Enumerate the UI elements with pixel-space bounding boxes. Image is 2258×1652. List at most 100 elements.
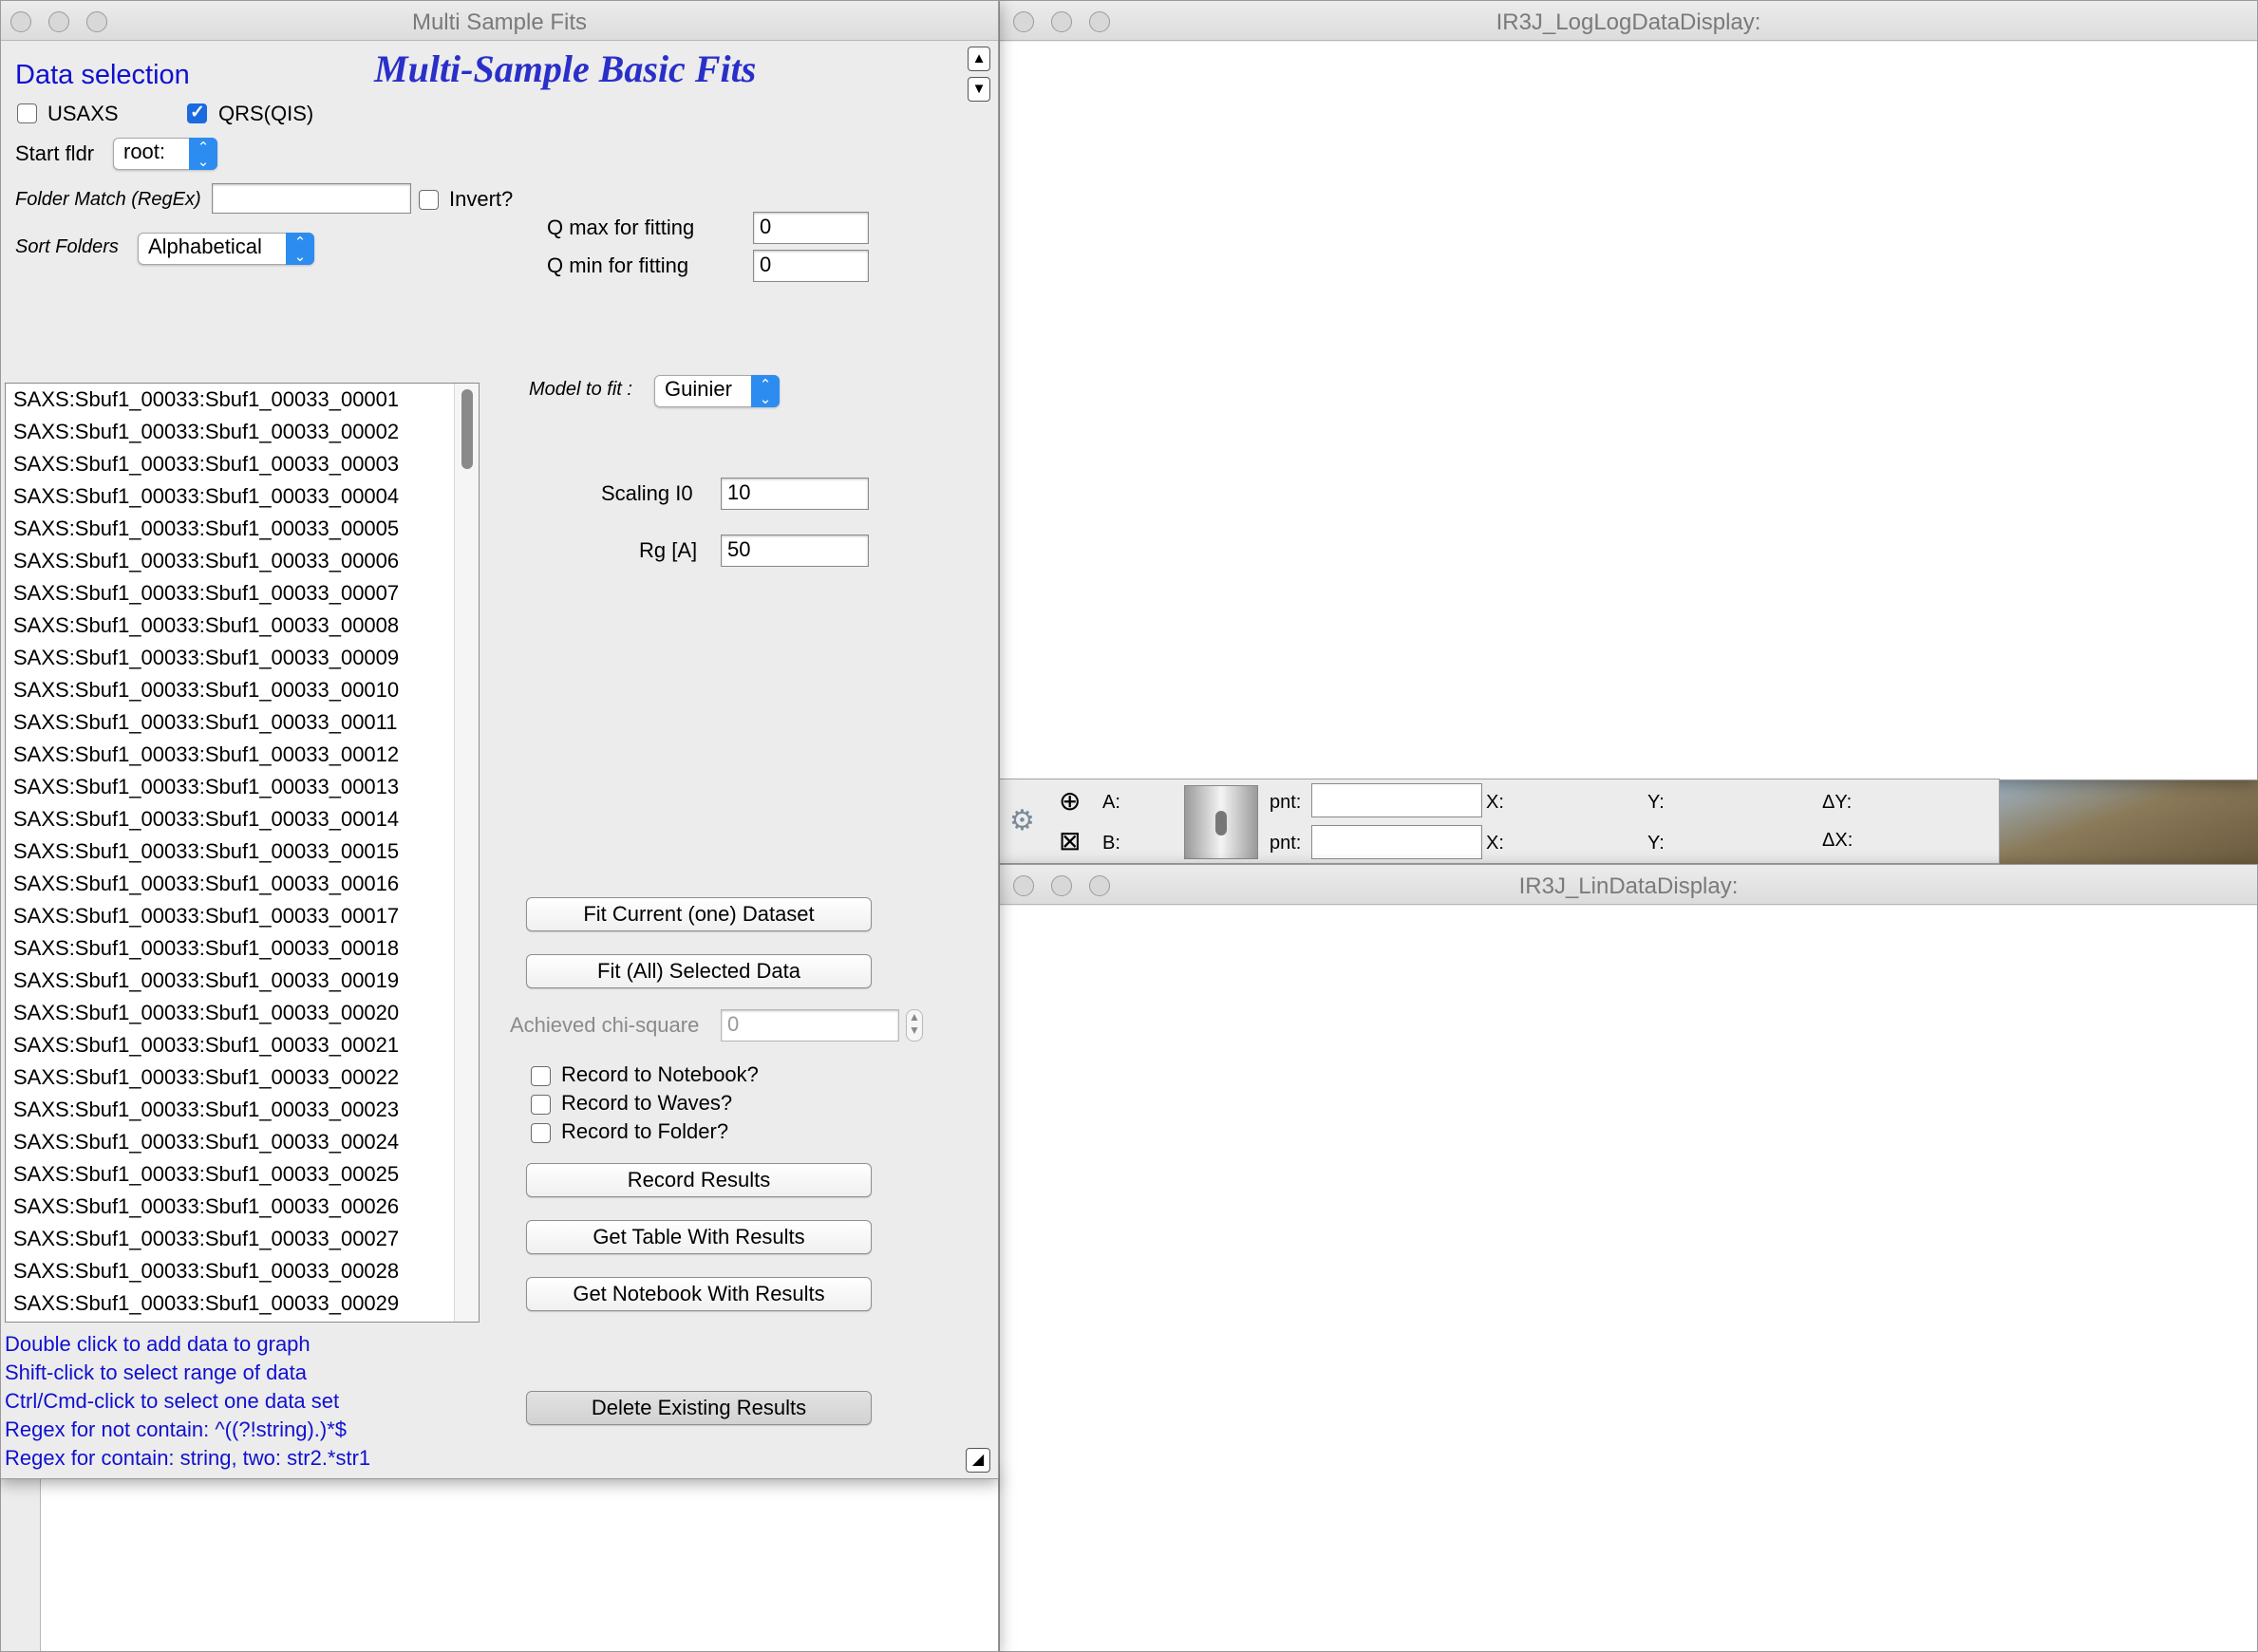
qmin-input[interactable]: 0 <box>753 250 869 282</box>
usaxs-checkbox[interactable] <box>17 103 37 123</box>
sort-folders-label: Sort Folders <box>15 236 119 257</box>
qmax-label: Q max for fitting <box>547 216 695 239</box>
folder-match-label: Folder Match (RegEx) <box>15 189 201 210</box>
list-item[interactable]: SAXS:Sbuf1_00033:Sbuf1_00033_00005 <box>6 513 448 545</box>
list-item[interactable]: SAXS:Sbuf1_00033:Sbuf1_00033_00029 <box>6 1287 448 1320</box>
fit-all-button[interactable]: Fit (All) Selected Data <box>526 954 872 988</box>
panel-window: Multi Sample Fits Multi-Sample Basic Fit… <box>0 0 999 1479</box>
list-item[interactable]: SAXS:Sbuf1_00033:Sbuf1_00033_00021 <box>6 1029 448 1061</box>
data-selection-label: Data selection <box>15 60 190 90</box>
loglog-titlebar[interactable]: IR3J_LogLogDataDisplay: <box>1000 1 2257 41</box>
list-item[interactable]: SAXS:Sbuf1_00033:Sbuf1_00033_00012 <box>6 739 448 771</box>
usaxs-label: USAXS <box>47 102 119 125</box>
y-a-label: Y: <box>1647 792 1665 813</box>
cursor-a-label: A: <box>1102 792 1120 813</box>
invert-checkbox[interactable] <box>419 190 439 210</box>
start-folder-label: Start fldr <box>15 141 95 165</box>
window-title: IR3J_LinDataDisplay: <box>1518 873 1739 899</box>
lin-titlebar[interactable]: IR3J_LinDataDisplay: <box>1000 865 2257 905</box>
pnt-b-field[interactable] <box>1311 825 1482 859</box>
list-item[interactable]: SAXS:Sbuf1_00033:Sbuf1_00033_00020 <box>6 997 448 1029</box>
pnt-a-field[interactable] <box>1311 783 1482 817</box>
record-waves-checkbox[interactable] <box>531 1095 551 1115</box>
loglog-window: IR3J_LogLogDataDisplay: <box>999 0 2258 780</box>
y-b-label: Y: <box>1647 833 1665 854</box>
list-item[interactable]: SAXS:Sbuf1_00033:Sbuf1_00033_00024 <box>6 1126 448 1158</box>
list-item[interactable]: SAXS:Sbuf1_00033:Sbuf1_00033_00001 <box>6 384 448 416</box>
chi-square-field: 0 <box>721 1009 899 1042</box>
list-item[interactable]: SAXS:Sbuf1_00033:Sbuf1_00033_00008 <box>6 610 448 642</box>
list-item[interactable]: SAXS:Sbuf1_00033:Sbuf1_00033_00023 <box>6 1094 448 1126</box>
record-notebook-checkbox[interactable] <box>531 1066 551 1086</box>
scroll-down-button[interactable]: ▼ <box>968 77 990 102</box>
x-b-label: X: <box>1486 833 1504 854</box>
list-item[interactable]: SAXS:Sbuf1_00033:Sbuf1_00033_00007 <box>6 577 448 610</box>
start-folder-value: root: <box>123 140 166 163</box>
list-item[interactable]: SAXS:Sbuf1_00033:Sbuf1_00033_00009 <box>6 642 448 674</box>
loglog-plot-area[interactable] <box>1000 42 2257 779</box>
get-notebook-button[interactable]: Get Notebook With Results <box>526 1277 872 1311</box>
model-value: Guinier <box>665 377 732 401</box>
list-scroll-thumb[interactable] <box>461 389 473 469</box>
list-item[interactable]: SAXS:Sbuf1_00033:Sbuf1_00033_00013 <box>6 771 448 803</box>
list-item[interactable]: SAXS:Sbuf1_00033:Sbuf1_00033_00006 <box>6 545 448 577</box>
chevron-updown-icon: ⌃ ⌄ <box>286 233 314 265</box>
qmax-input[interactable]: 0 <box>753 212 869 244</box>
list-item[interactable]: SAXS:Sbuf1_00033:Sbuf1_00033_00016 <box>6 868 448 900</box>
list-item[interactable]: SAXS:Sbuf1_00033:Sbuf1_00033_00011 <box>6 706 448 739</box>
list-item[interactable]: SAXS:Sbuf1_00033:Sbuf1_00033_00025 <box>6 1158 448 1191</box>
list-item[interactable]: SAXS:Sbuf1_00033:Sbuf1_00033_00018 <box>6 932 448 965</box>
list-item[interactable]: SAXS:Sbuf1_00033:Sbuf1_00033_00026 <box>6 1191 448 1223</box>
record-notebook-label: Record to Notebook? <box>561 1062 759 1086</box>
list-item[interactable]: SAXS:Sbuf1_00033:Sbuf1_00033_00028 <box>6 1255 448 1287</box>
sort-folders-value: Alphabetical <box>148 235 262 258</box>
list-item[interactable]: SAXS:Sbuf1_00033:Sbuf1_00033_00019 <box>6 965 448 997</box>
fit-current-button[interactable]: Fit Current (one) Dataset <box>526 897 872 931</box>
box-x-icon[interactable]: ⊠ <box>1059 825 1081 856</box>
data-listbox[interactable]: SAXS:Sbuf1_00033:Sbuf1_00033_00001 SAXS:S… <box>5 383 480 1323</box>
panel-titlebar[interactable]: Multi Sample Fits <box>1 1 998 41</box>
delete-results-button[interactable]: Delete Existing Results <box>526 1391 872 1425</box>
pnt-a-label: pnt: <box>1270 792 1302 813</box>
list-item[interactable]: SAXS:Sbuf1_00033:Sbuf1_00033_00014 <box>6 803 448 835</box>
qrs-checkbox[interactable] <box>187 102 207 123</box>
scroll-up-button[interactable]: ▲ <box>968 47 990 71</box>
scaling-input[interactable]: 10 <box>721 478 869 510</box>
record-results-button[interactable]: Record Results <box>526 1163 872 1197</box>
list-item[interactable]: SAXS:Sbuf1_00033:Sbuf1_00033_00017 <box>6 900 448 932</box>
crosshair-icon[interactable]: ⊕ <box>1059 785 1081 817</box>
list-item[interactable]: SAXS:Sbuf1_00033:Sbuf1_00033_00002 <box>6 416 448 448</box>
qrs-label: QRS(QIS) <box>218 102 314 125</box>
scaling-label: Scaling I0 <box>601 481 693 505</box>
get-table-button[interactable]: Get Table With Results <box>526 1220 872 1254</box>
sort-folders-select[interactable]: Alphabetical ⌃ ⌄ <box>138 233 314 265</box>
gear-icon[interactable]: ⚙ <box>1009 804 1035 837</box>
chevron-updown-icon: ⌃ ⌄ <box>189 138 217 170</box>
list-item[interactable]: SAXS:Sbuf1_00033:Sbuf1_00033_00010 <box>6 674 448 706</box>
lin-window: IR3J_LinDataDisplay: <box>999 864 2258 1652</box>
background-window <box>0 1472 999 1652</box>
data-list: SAXS:Sbuf1_00033:Sbuf1_00033_00001 SAXS:S… <box>6 384 479 1320</box>
cursor-slider[interactable] <box>1184 785 1258 859</box>
lin-plot-area[interactable] <box>1000 906 2257 1651</box>
hint-double-click: Double click to add data to graph <box>5 1332 310 1356</box>
hint-shift-click: Shift-click to select range of data <box>5 1361 307 1384</box>
model-label: Model to fit : <box>529 379 632 400</box>
resize-grip-icon[interactable]: ◢ <box>966 1448 990 1473</box>
desktop-background <box>1994 779 2258 864</box>
background-window-margin <box>1 1473 41 1651</box>
pnt-b-label: pnt: <box>1270 833 1302 854</box>
list-scrollbar[interactable] <box>454 384 479 1322</box>
model-select[interactable]: Guinier ⌃ ⌄ <box>654 375 780 407</box>
list-item[interactable]: SAXS:Sbuf1_00033:Sbuf1_00033_00003 <box>6 448 448 480</box>
rg-input[interactable]: 50 <box>721 535 869 567</box>
cursor-info-bar: ⚙ ⊕ A: ⊠ B: pnt: pnt: X: X: Y: Y: ΔY: ΔX… <box>999 779 2000 864</box>
chi-square-stepper: ▲ ▼ <box>906 1009 923 1042</box>
start-folder-select[interactable]: root: ⌃ ⌄ <box>113 138 217 170</box>
list-item[interactable]: SAXS:Sbuf1_00033:Sbuf1_00033_00015 <box>6 835 448 868</box>
list-item[interactable]: SAXS:Sbuf1_00033:Sbuf1_00033_00027 <box>6 1223 448 1255</box>
folder-match-input[interactable] <box>212 183 411 214</box>
record-folder-checkbox[interactable] <box>531 1123 551 1143</box>
list-item[interactable]: SAXS:Sbuf1_00033:Sbuf1_00033_00004 <box>6 480 448 513</box>
list-item[interactable]: SAXS:Sbuf1_00033:Sbuf1_00033_00022 <box>6 1061 448 1094</box>
